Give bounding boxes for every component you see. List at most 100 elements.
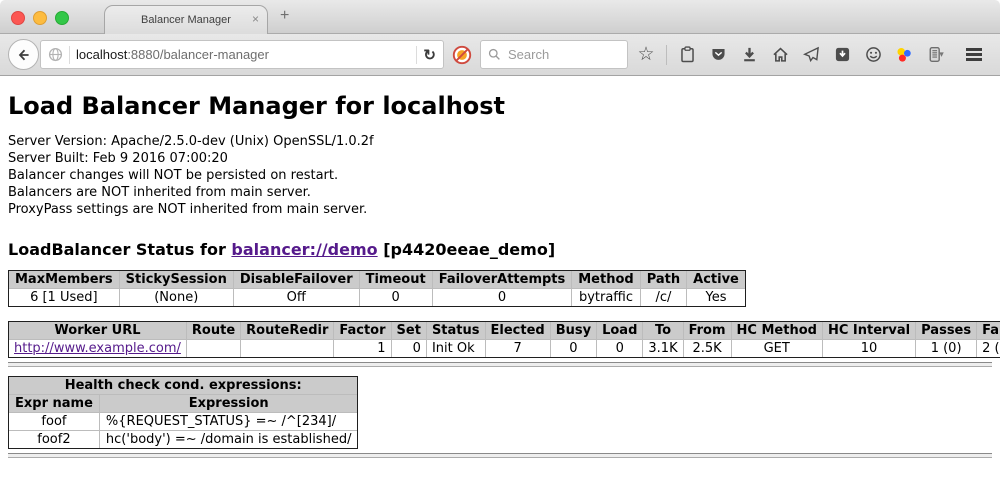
cell-failoverattempts: 0: [432, 288, 572, 306]
cell-hc-method: GET: [731, 339, 822, 357]
tab-close-icon[interactable]: ×: [252, 12, 259, 26]
video-download-button[interactable]: [829, 41, 855, 69]
cell-elected: 7: [485, 339, 550, 357]
col-method: Method: [571, 271, 639, 288]
tab-title: Balancer Manager: [141, 14, 231, 26]
health-check-table: Health check cond. expressions: Expr nam…: [8, 376, 358, 449]
browser-window: Balancer Manager × + localhost:8880/bala…: [0, 0, 1000, 491]
square-download-icon: [834, 46, 851, 63]
search-input[interactable]: [506, 46, 600, 63]
col-status: Status: [426, 322, 485, 339]
cell-stickysession: (None): [119, 288, 233, 306]
balancer-demo-link[interactable]: balancer://demo: [231, 240, 377, 259]
col-busy: Busy: [550, 322, 596, 339]
page-bottom-divider: [8, 453, 992, 458]
cell-expression: hc('body') =~ /domain is established/: [99, 430, 358, 448]
home-button[interactable]: [767, 41, 793, 69]
col-disablefailover: DisableFailover: [233, 271, 359, 288]
col-failoverattempts: FailoverAttempts: [432, 271, 572, 288]
server-info-line: Server Built: Feb 9 2016 07:00:20: [8, 150, 992, 167]
download-arrow-icon: [741, 46, 758, 63]
new-tab-button[interactable]: +: [280, 8, 289, 24]
col-passes: Passes: [915, 322, 976, 339]
chevron-down-icon[interactable]: ▾: [939, 49, 944, 60]
smiley-icon: [865, 46, 882, 63]
reload-icon[interactable]: ↻: [423, 46, 436, 64]
server-info-line: Balancer changes will NOT be persisted o…: [8, 167, 992, 184]
col-load: Load: [596, 322, 642, 339]
table-header-row: Expr name Expression: [9, 394, 357, 412]
balancer-status-heading: LoadBalancer Status for balancer://demo …: [8, 240, 992, 259]
window-controls: [11, 11, 69, 25]
url-bar[interactable]: localhost:8880/balancer-manager ↻: [40, 40, 444, 69]
cell-maxmembers: 6 [1 Used]: [9, 288, 119, 306]
cell-factor: 1: [333, 339, 390, 357]
clipper-addon-button[interactable]: ▾: [922, 41, 948, 69]
cell-status: Init Ok: [426, 339, 485, 357]
cell-passes: 1 (0): [915, 339, 976, 357]
tab-balancer-manager[interactable]: Balancer Manager ×: [104, 5, 268, 34]
cell-routeredir: [240, 339, 333, 357]
color-dots-icon: [895, 46, 913, 64]
col-timeout: Timeout: [359, 271, 432, 288]
back-button[interactable]: [8, 39, 39, 70]
menu-button[interactable]: [961, 41, 987, 69]
worker-url-link[interactable]: http://www.example.com/: [14, 341, 181, 356]
close-window-button[interactable]: [11, 11, 25, 25]
cell-expr-name: foof2: [9, 430, 99, 448]
table-row: 6 [1 Used] (None) Off 0 0 bytraffic /c/ …: [9, 288, 745, 306]
toolbar-separator: [666, 45, 667, 65]
col-worker-url: Worker URL: [9, 322, 186, 339]
expr-row: foof %{REQUEST_STATUS} =~ /^[234]/: [9, 412, 357, 430]
content-block-button[interactable]: [449, 41, 475, 69]
hamburger-menu-icon: [966, 46, 982, 64]
emoji-addon-button[interactable]: [860, 41, 886, 69]
minimize-window-button[interactable]: [33, 11, 47, 25]
clipboard-icon: [679, 46, 696, 63]
search-box[interactable]: [480, 40, 628, 69]
balancer-settings-table: MaxMembers StickySession DisableFailover…: [8, 270, 746, 307]
status-heading-prefix: LoadBalancer Status for: [8, 240, 231, 259]
cell-expression: %{REQUEST_STATUS} =~ /^[234]/: [99, 412, 358, 430]
globe-icon: [48, 47, 63, 62]
health-table-title: Health check cond. expressions:: [9, 377, 357, 394]
table-header-row: Worker URL Route RouteRedir Factor Set S…: [9, 322, 1000, 339]
pocket-button[interactable]: [705, 41, 731, 69]
downloads-button[interactable]: [736, 41, 762, 69]
url-host: localhost: [76, 47, 127, 62]
pocket-icon: [710, 46, 727, 63]
server-info-line: Balancers are NOT inherited from main se…: [8, 184, 992, 201]
section-divider: [8, 362, 992, 367]
cell-path: /c/: [640, 288, 686, 306]
page-content: Load Balancer Manager for localhost Serv…: [0, 76, 1000, 491]
cell-expr-name: foof: [9, 412, 99, 430]
reading-list-button[interactable]: [674, 41, 700, 69]
url-divider: [416, 46, 417, 64]
expr-row: foof2 hc('body') =~ /domain is establish…: [9, 430, 357, 448]
col-elected: Elected: [485, 322, 550, 339]
page-title: Load Balancer Manager for localhost: [8, 92, 992, 120]
col-stickysession: StickySession: [119, 271, 233, 288]
worker-row: http://www.example.com/ 1 0 Init Ok 7 0 …: [9, 339, 1000, 357]
col-expression: Expression: [99, 394, 358, 412]
col-hc-method: HC Method: [731, 322, 822, 339]
cell-active: Yes: [686, 288, 745, 306]
cell-busy: 0: [550, 339, 596, 357]
cell-fails: 2 (0): [976, 339, 1000, 357]
home-icon: [772, 46, 789, 63]
bookmark-star-button[interactable]: ☆: [633, 41, 659, 69]
send-page-button[interactable]: [798, 41, 824, 69]
cell-worker-url: http://www.example.com/: [9, 339, 186, 357]
url-path: :8880/balancer-manager: [127, 47, 269, 62]
col-active: Active: [686, 271, 745, 288]
cell-hc-interval: 10: [822, 339, 915, 357]
table-title-row: Health check cond. expressions:: [9, 377, 357, 394]
color-picker-addon-button[interactable]: [891, 41, 917, 69]
col-fails: Fails: [976, 322, 1000, 339]
server-info: Server Version: Apache/2.5.0-dev (Unix) …: [8, 133, 992, 218]
back-arrow-icon: [16, 47, 32, 63]
zoom-window-button[interactable]: [55, 11, 69, 25]
server-info-line: ProxyPass settings are NOT inherited fro…: [8, 201, 992, 218]
star-icon: ☆: [637, 45, 654, 64]
search-icon: [488, 48, 501, 61]
